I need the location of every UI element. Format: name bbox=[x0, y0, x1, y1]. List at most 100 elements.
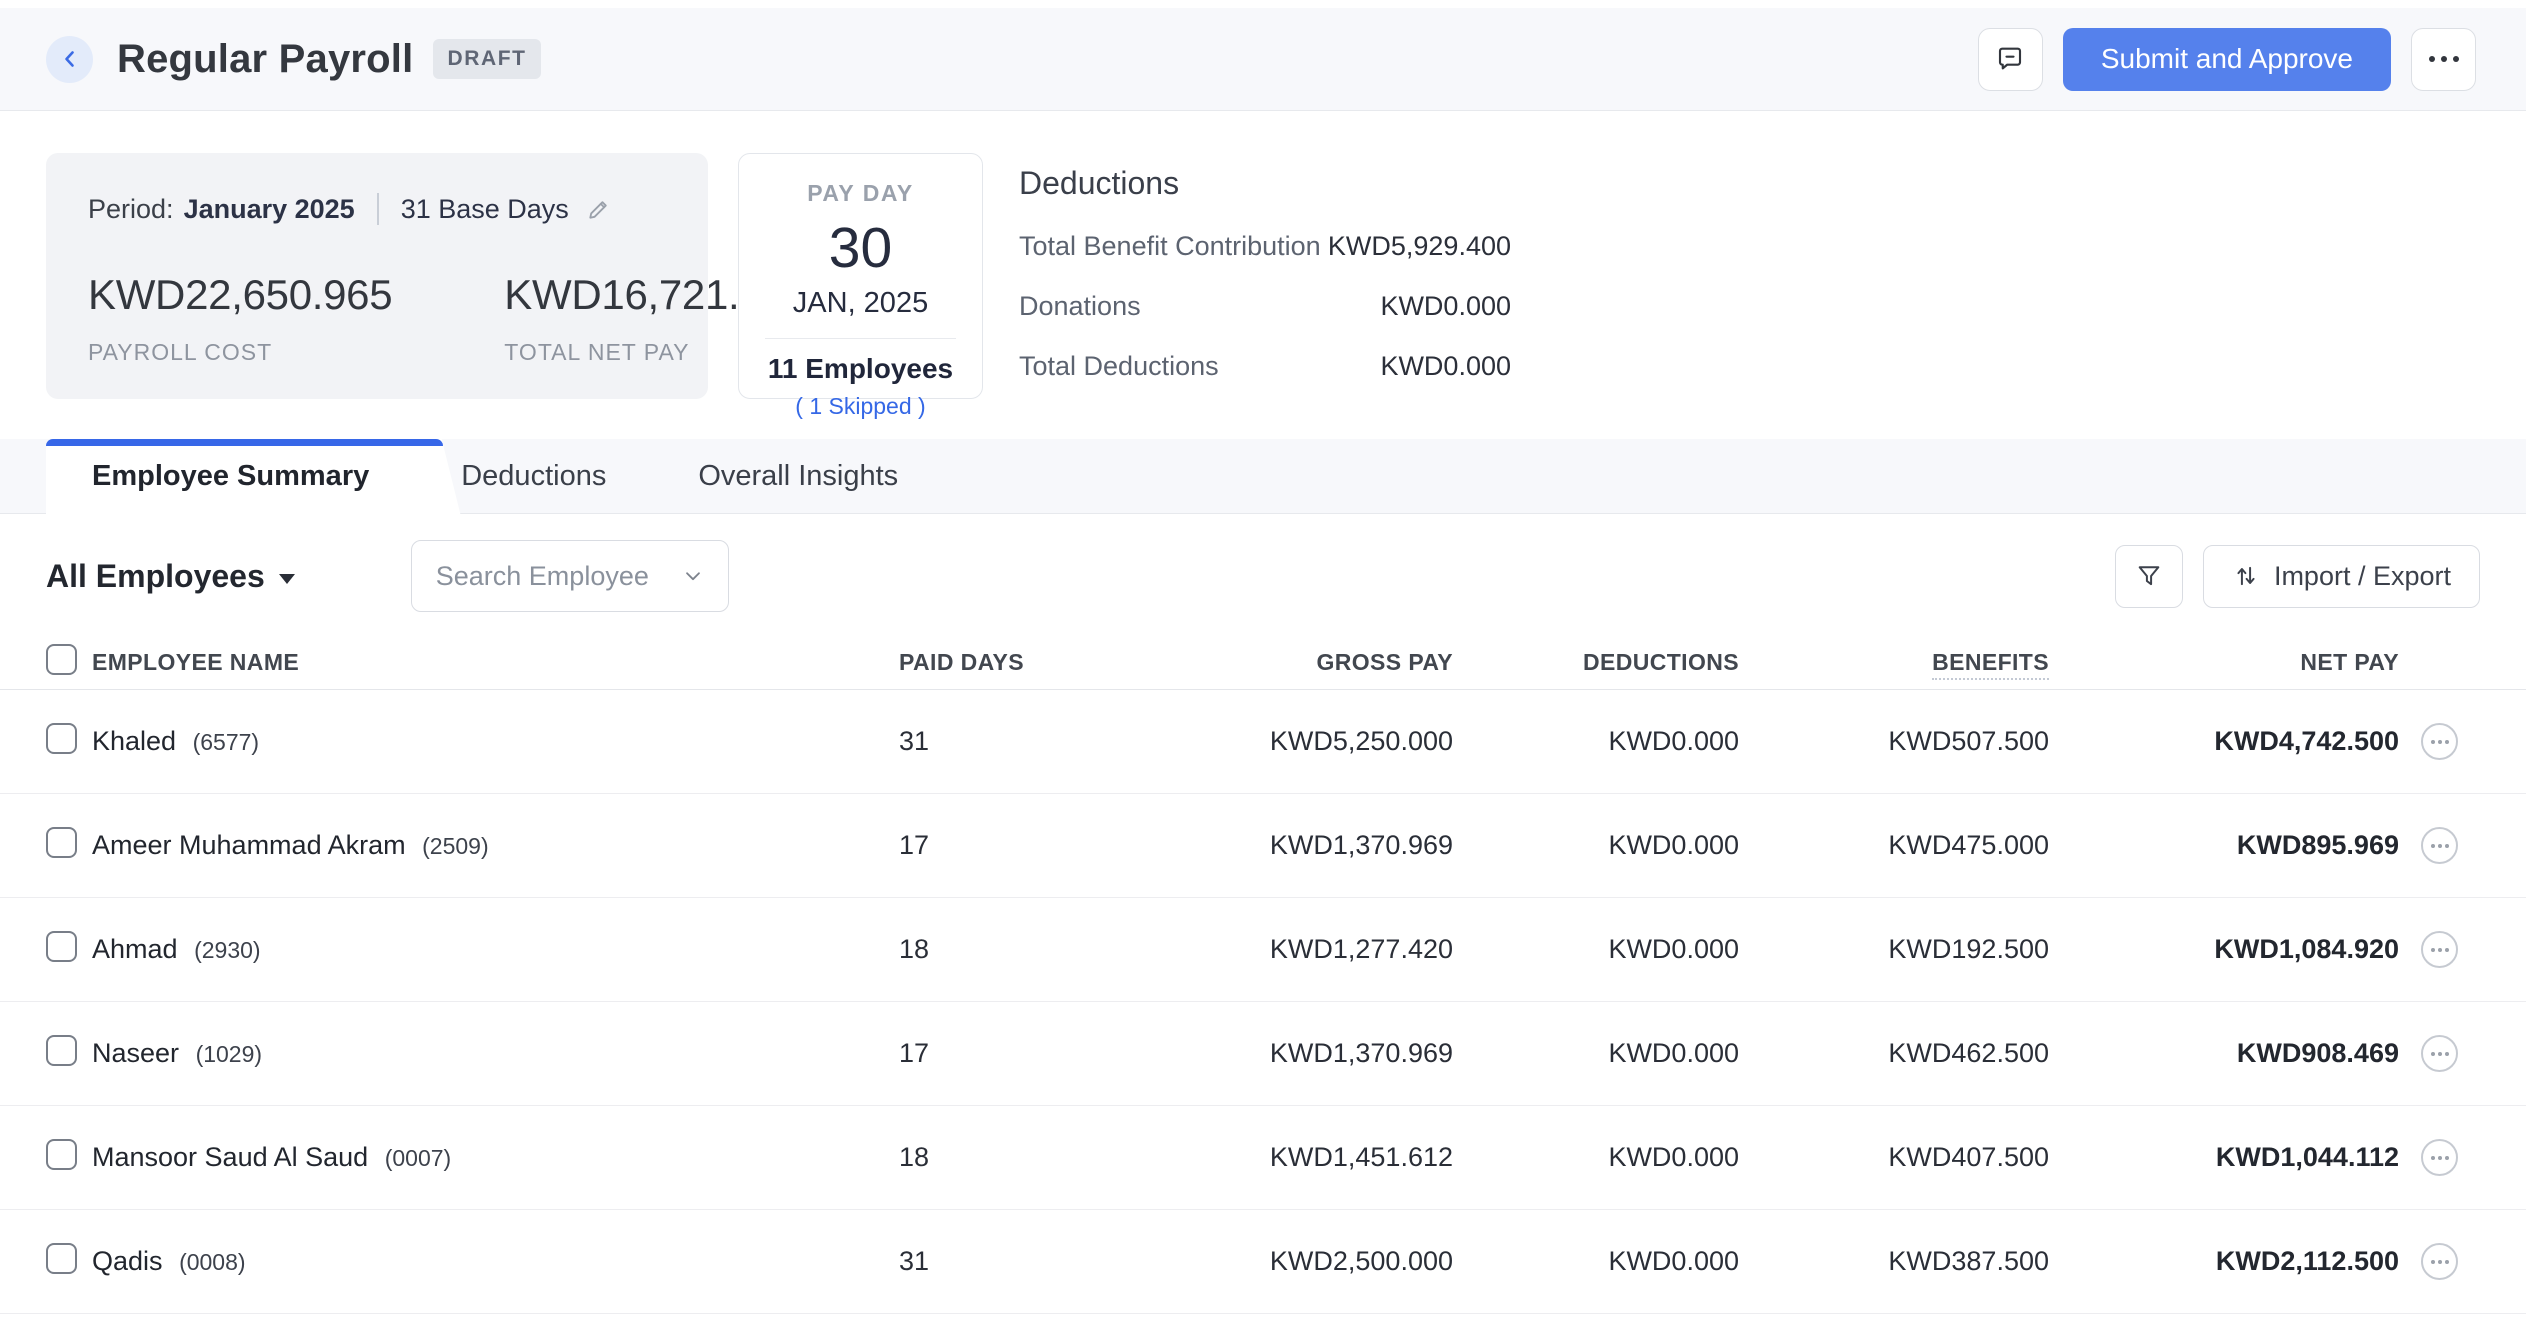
benefits-cell: KWD407.500 bbox=[1888, 1142, 2049, 1172]
employee-name-cell[interactable]: Qadis (0008) bbox=[92, 1246, 899, 1277]
employee-number: (0008) bbox=[179, 1249, 246, 1275]
deductions-cell: KWD0.000 bbox=[1608, 1246, 1739, 1276]
comments-button[interactable] bbox=[1977, 27, 2043, 91]
deduction-value: KWD5,929.400 bbox=[1327, 231, 1511, 261]
employee-name-cell[interactable]: Naseer (1029) bbox=[92, 1038, 899, 1069]
gross-pay-cell: KWD1,370.969 bbox=[1269, 1038, 1453, 1068]
import-export-icon bbox=[2232, 562, 2260, 590]
employee-filter-dropdown[interactable]: All Employees bbox=[46, 558, 295, 595]
gross-pay-cell: KWD1,370.969 bbox=[1269, 830, 1453, 860]
import-export-label: Import / Export bbox=[2273, 560, 2451, 591]
tab-label: Employee Summary bbox=[92, 460, 370, 492]
row-checkbox[interactable] bbox=[46, 1034, 77, 1066]
row-more-actions-button[interactable] bbox=[2421, 1243, 2458, 1280]
base-days: 31 Base Days bbox=[400, 193, 569, 224]
net-pay-cell: KWD4,742.500 bbox=[2214, 726, 2399, 756]
row-checkbox[interactable] bbox=[46, 1242, 77, 1274]
deduction-value: KWD0.000 bbox=[1380, 351, 1511, 381]
tab-label: Deductions bbox=[461, 459, 607, 492]
deductions-cell: KWD0.000 bbox=[1608, 726, 1739, 756]
table-row: Qadis (0008) 31 KWD2,500.000 KWD0.000 KW… bbox=[0, 1210, 2526, 1314]
tab-overall-insights[interactable]: Overall Insights bbox=[652, 439, 944, 513]
column-paid-days: PAID DAYS bbox=[899, 649, 1025, 675]
edit-period-button[interactable] bbox=[585, 196, 612, 223]
filter-button[interactable] bbox=[2114, 544, 2183, 608]
employee-number: (2930) bbox=[194, 937, 261, 963]
deductions-title: Deductions bbox=[1019, 165, 1180, 201]
row-more-actions-button[interactable] bbox=[2421, 827, 2458, 864]
status-badge: DRAFT bbox=[433, 39, 541, 79]
table-row: Naseer (1029) 17 KWD1,370.969 KWD0.000 K… bbox=[0, 1002, 2526, 1106]
row-checkbox[interactable] bbox=[46, 722, 77, 754]
table-header-row: EMPLOYEE NAME PAID DAYS GROSS PAY DEDUCT… bbox=[0, 636, 2526, 690]
topbar-actions: Submit and Approve bbox=[1977, 27, 2476, 91]
funnel-icon bbox=[2135, 562, 2163, 590]
net-pay-cell: KWD1,084.920 bbox=[2214, 934, 2399, 964]
net-pay-cell: KWD2,112.500 bbox=[2215, 1246, 2399, 1276]
pay-day-label: PAY DAY bbox=[807, 180, 914, 206]
row-checkbox[interactable] bbox=[46, 1138, 77, 1170]
employee-number: (1029) bbox=[195, 1041, 263, 1067]
import-export-button[interactable]: Import / Export bbox=[2202, 544, 2480, 608]
paid-days-cell: 17 bbox=[899, 830, 930, 860]
row-checkbox[interactable] bbox=[46, 826, 77, 858]
row-more-actions-button[interactable] bbox=[2421, 1139, 2458, 1176]
deduction-label: Donations bbox=[1019, 291, 1141, 321]
search-employee-select[interactable]: Search Employee bbox=[410, 540, 729, 612]
submit-and-approve-button[interactable]: Submit and Approve bbox=[2062, 27, 2391, 91]
paid-days-cell: 31 bbox=[899, 1246, 930, 1276]
deduction-row: Total Benefit Contribution KWD5,929.400 bbox=[1019, 231, 1511, 262]
employee-name-cell[interactable]: Khaled (6577) bbox=[92, 726, 899, 757]
column-deductions: DEDUCTIONS bbox=[1582, 649, 1739, 675]
page-title: Regular Payroll bbox=[117, 36, 414, 81]
net-pay-cell: KWD908.469 bbox=[2236, 1038, 2399, 1068]
benefits-cell: KWD462.500 bbox=[1888, 1038, 2049, 1068]
row-more-actions-button[interactable] bbox=[2421, 931, 2458, 968]
benefits-cell: KWD507.500 bbox=[1888, 726, 2049, 756]
employee-filter-label: All Employees bbox=[46, 557, 265, 594]
table-row: Khaled (6577) 31 KWD5,250.000 KWD0.000 K… bbox=[0, 690, 2526, 794]
net-pay-cell: KWD895.969 bbox=[2236, 830, 2399, 860]
gross-pay-cell: KWD1,451.612 bbox=[1269, 1142, 1453, 1172]
benefits-cell: KWD475.000 bbox=[1888, 830, 2049, 860]
ellipsis-icon bbox=[2428, 56, 2459, 62]
employee-name-cell[interactable]: Mansoor Saud Al Saud (0007) bbox=[92, 1142, 899, 1173]
paid-days-cell: 17 bbox=[899, 1038, 930, 1068]
employee-name-cell[interactable]: Ahmad (2930) bbox=[92, 934, 899, 965]
tab-employee-summary[interactable]: Employee Summary bbox=[46, 439, 444, 514]
row-checkbox[interactable] bbox=[46, 930, 77, 962]
paid-days-cell: 31 bbox=[899, 726, 930, 756]
back-button[interactable] bbox=[46, 35, 93, 83]
row-more-actions-button[interactable] bbox=[2421, 1035, 2458, 1072]
column-net-pay: NET PAY bbox=[2300, 649, 2399, 675]
select-all-checkbox[interactable] bbox=[46, 644, 77, 675]
deduction-row: Donations KWD0.000 bbox=[1019, 291, 1511, 322]
skipped-link[interactable]: ( 1 Skipped ) bbox=[759, 393, 962, 420]
pay-day-number: 30 bbox=[828, 216, 893, 280]
column-employee-name: EMPLOYEE NAME bbox=[92, 649, 300, 675]
deductions-cell: KWD0.000 bbox=[1608, 1038, 1739, 1068]
tab-label: Overall Insights bbox=[698, 459, 899, 492]
top-margin bbox=[0, 0, 2526, 8]
table-toolbar: All Employees Search Employee Import / E… bbox=[0, 514, 2526, 636]
employee-name-cell[interactable]: Ameer Muhammad Akram (2509) bbox=[92, 830, 899, 861]
employee-number: (6577) bbox=[192, 729, 260, 755]
payroll-page: Regular Payroll DRAFT Submit and Approve… bbox=[0, 0, 2526, 1318]
deduction-label: Total Benefit Contribution bbox=[1019, 231, 1321, 261]
chevron-left-icon bbox=[58, 47, 82, 71]
table-row: Mansoor Saud Al Saud (0007) 18 KWD1,451.… bbox=[0, 1106, 2526, 1210]
caret-down-icon bbox=[278, 574, 295, 584]
table-row: Ahmad (2930) 18 KWD1,277.420 KWD0.000 KW… bbox=[0, 898, 2526, 1002]
deductions-cell: KWD0.000 bbox=[1608, 830, 1739, 860]
deductions-cell: KWD0.000 bbox=[1608, 934, 1739, 964]
period-line: Period: January 2025 31 Base Days bbox=[88, 193, 666, 225]
row-more-actions-button[interactable] bbox=[2421, 723, 2458, 760]
benefits-cell: KWD387.500 bbox=[1888, 1246, 2049, 1276]
employee-number: (2509) bbox=[422, 833, 489, 859]
pay-day-month-year: JAN, 2025 bbox=[792, 287, 929, 319]
comment-icon bbox=[1995, 44, 2025, 74]
column-benefits: BENEFITS bbox=[1739, 649, 2049, 680]
more-actions-button[interactable] bbox=[2411, 27, 2476, 91]
gross-pay-cell: KWD2,500.000 bbox=[1269, 1246, 1453, 1276]
divider bbox=[376, 193, 379, 225]
